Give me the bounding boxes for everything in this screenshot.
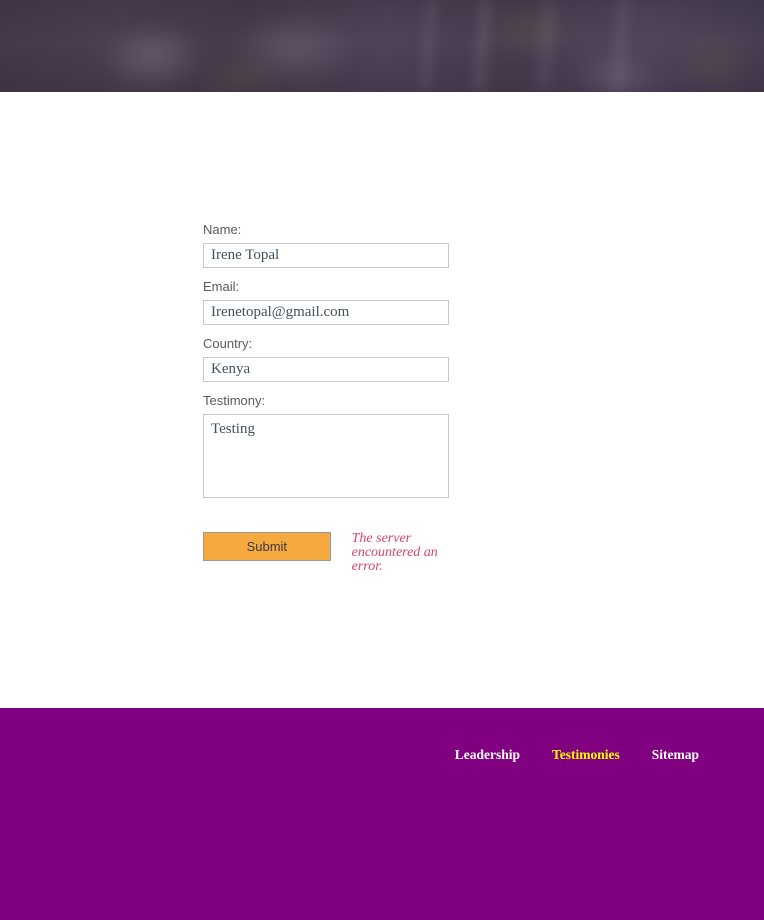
field-spacer (203, 382, 449, 393)
submit-row: Submit The server encountered an error. (203, 532, 449, 574)
testimony-label: Testimony: (203, 393, 266, 408)
country-field-group: Country: (203, 336, 449, 382)
page-content: Name: Email: Country: Testimony: Submit … (0, 92, 764, 708)
name-input[interactable] (203, 243, 449, 268)
site-footer: Leadership Testimonies Sitemap (0, 708, 764, 920)
testimony-field-group: Testimony: (203, 393, 449, 498)
email-field-group: Email: (203, 279, 449, 325)
email-input[interactable] (203, 300, 449, 325)
submit-button[interactable]: Submit (203, 532, 331, 561)
footer-link-sitemap[interactable]: Sitemap (652, 747, 699, 763)
footer-nav: Leadership Testimonies Sitemap (455, 747, 699, 763)
hero-overlay (0, 0, 764, 92)
email-label: Email: (203, 279, 240, 294)
error-message: The server encountered an error. (351, 531, 438, 574)
country-input[interactable] (203, 357, 449, 382)
field-spacer (203, 268, 449, 279)
footer-link-testimonies[interactable]: Testimonies (552, 747, 620, 763)
hero-banner (0, 0, 764, 92)
footer-link-leadership[interactable]: Leadership (455, 747, 520, 763)
field-spacer (203, 325, 449, 336)
country-label: Country: (203, 336, 253, 351)
name-label: Name: (203, 222, 242, 237)
testimony-form: Name: Email: Country: Testimony: Submit … (203, 222, 449, 574)
name-field-group: Name: (203, 222, 449, 268)
testimony-textarea[interactable] (203, 414, 449, 498)
